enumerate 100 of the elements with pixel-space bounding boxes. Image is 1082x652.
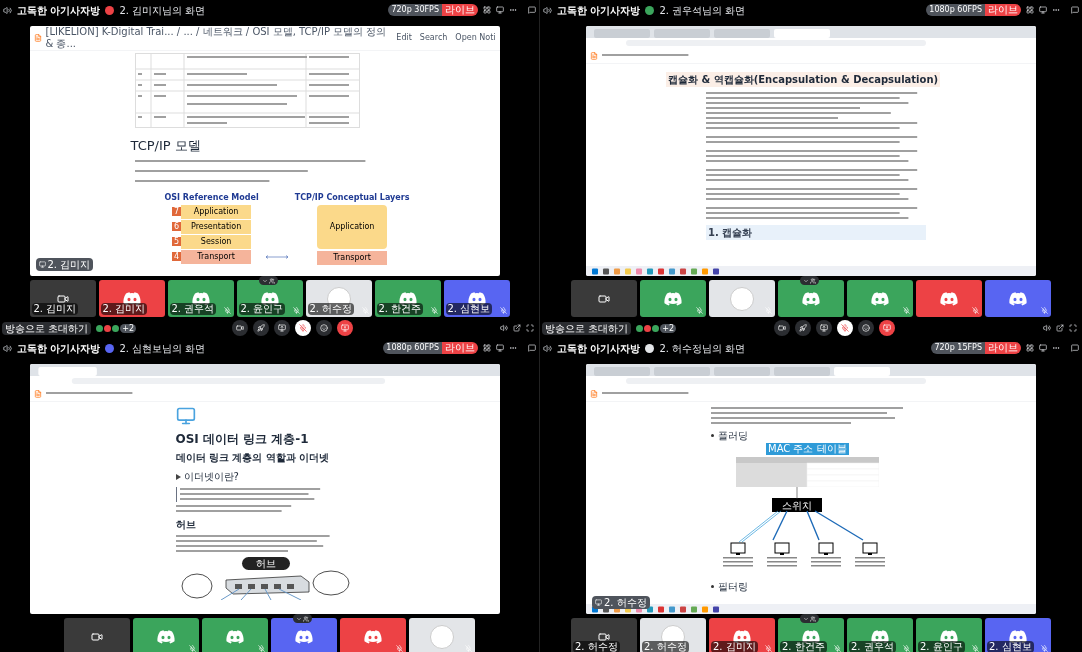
participant-tile[interactable]: 2. 허수정	[571, 618, 637, 652]
avatar-icon	[730, 286, 754, 311]
more-icon[interactable]	[1052, 344, 1060, 352]
monitor-icon	[595, 599, 602, 606]
chevron-down-icon	[803, 615, 809, 622]
participant-tile[interactable]: 2. 한건주	[374, 280, 441, 317]
chat-icon[interactable]	[1071, 6, 1079, 14]
voice-channel-icon	[543, 343, 552, 353]
more-icon[interactable]	[1052, 6, 1060, 14]
participant-tile[interactable]: 2. 김미지	[98, 280, 165, 317]
share-screen-button[interactable]	[274, 320, 291, 336]
hide-members-toggle[interactable]	[293, 614, 312, 623]
camera-button[interactable]	[774, 320, 790, 336]
stop-stream-button[interactable]	[879, 320, 895, 336]
diagram-title: OSI Reference Model	[164, 191, 259, 204]
camera-icon	[598, 292, 610, 305]
discord-logo-icon	[260, 291, 279, 306]
double-arrow-icon	[264, 254, 289, 259]
mute-button[interactable]	[295, 320, 312, 336]
invite-button[interactable]: 방송으로 초대하기	[2, 321, 92, 335]
toggle-icon[interactable]	[175, 473, 181, 480]
monitor-icon[interactable]	[1039, 344, 1047, 352]
chat-icon[interactable]	[1071, 344, 1079, 352]
grid-view-icon[interactable]	[483, 344, 491, 352]
switch-node: 스위치	[772, 498, 822, 512]
participant-tile[interactable]	[202, 618, 268, 652]
stream-title: 2. 권우석님의 화면	[659, 3, 746, 18]
invite-button[interactable]: 방송으로 초대하기	[542, 321, 632, 335]
discord-logo-icon	[802, 291, 820, 306]
participant-tile[interactable]: 2. 김미지	[709, 618, 775, 652]
mute-button[interactable]	[837, 320, 853, 336]
breadcrumb[interactable]: [LIKELION] K-Digital Trai... / ... / 네트워크 / OSI 모델, TCP/IP 모델의 정의 & 종...	[45, 26, 389, 50]
grid-view-icon[interactable]	[1026, 344, 1034, 352]
discord-logo-icon	[871, 291, 889, 306]
volume-icon[interactable]	[500, 324, 508, 332]
participant-tile[interactable]	[709, 280, 775, 317]
chat-icon[interactable]	[528, 6, 536, 14]
voice-channel-icon	[3, 343, 12, 353]
chat-icon[interactable]	[528, 344, 536, 352]
muted-mic-icon	[189, 645, 196, 652]
users-icon	[303, 615, 309, 622]
participant-tile[interactable]: 2. 심현보	[443, 280, 510, 317]
hide-members-toggle[interactable]	[258, 276, 278, 285]
popout-icon[interactable]	[1056, 324, 1064, 332]
muted-mic-icon	[841, 324, 849, 332]
participant-name: 2. 심현보	[445, 303, 493, 315]
participant-name: 2. 윤인구	[918, 641, 965, 652]
participant-name: 2. 허수정	[573, 641, 620, 652]
muted-mic-icon	[499, 307, 507, 314]
monitor-icon[interactable]	[1039, 6, 1047, 14]
more-icon[interactable]	[509, 6, 517, 14]
participant-tile[interactable]	[916, 280, 982, 317]
fullscreen-icon[interactable]	[1069, 324, 1077, 332]
participant-tile[interactable]	[340, 618, 406, 652]
soundboard-button[interactable]	[858, 320, 874, 336]
fullscreen-icon[interactable]	[526, 324, 534, 332]
toolbar-link[interactable]: Open Noti	[455, 32, 496, 44]
popout-icon[interactable]	[513, 324, 521, 332]
share-screen-button[interactable]	[816, 320, 832, 336]
participant-tile[interactable]: 2. 권우석	[847, 618, 913, 652]
hide-members-toggle[interactable]	[800, 276, 819, 285]
toolbar-link[interactable]: Edit	[396, 32, 412, 44]
participant-name: 2. 심현보	[987, 641, 1034, 652]
smile-icon	[320, 324, 329, 332]
participant-tile[interactable]: 2. 심현보	[985, 618, 1051, 652]
channel-name: 고독한 아기사자방	[557, 3, 641, 18]
participant-tile[interactable]	[571, 280, 637, 317]
toggle-heading[interactable]: 이더넷이란?	[183, 469, 239, 484]
stop-stream-button[interactable]	[337, 320, 354, 336]
participant-tile[interactable]	[985, 280, 1051, 317]
participant-tile[interactable]	[409, 618, 475, 652]
participant-tile[interactable]	[133, 618, 199, 652]
more-icon[interactable]	[509, 344, 517, 352]
participant-tile[interactable]	[640, 280, 706, 317]
toolbar-link[interactable]: Search	[419, 32, 448, 44]
grid-view-icon[interactable]	[1026, 6, 1034, 14]
participant-tile[interactable]: 2. 김미지	[29, 280, 96, 317]
volume-icon[interactable]	[1043, 324, 1051, 332]
monitor-icon[interactable]	[496, 6, 504, 14]
monitor-icon[interactable]	[496, 344, 504, 352]
camera-button[interactable]	[232, 320, 249, 336]
participant-tile[interactable]: 2. 권우석	[167, 280, 234, 317]
participant-name: 2. 한건주	[780, 641, 827, 652]
participant-tile[interactable]: 2. 윤인구	[916, 618, 982, 652]
participant-name: 2. 김미지	[711, 641, 758, 652]
participant-tile[interactable]	[847, 280, 913, 317]
hide-members-toggle[interactable]	[800, 614, 819, 623]
activity-button[interactable]	[795, 320, 811, 336]
activity-button[interactable]	[253, 320, 270, 336]
soundboard-button[interactable]	[316, 320, 333, 336]
participant-tile[interactable]: 2. 허수정	[640, 618, 706, 652]
participant-name: 2. 윤인구	[238, 303, 286, 315]
participant-name: 2. 한건주	[376, 303, 424, 315]
grid-view-icon[interactable]	[483, 6, 491, 14]
voice-channel-icon	[543, 5, 552, 15]
member-count: +2	[660, 323, 676, 333]
participant-tile[interactable]	[64, 618, 130, 652]
participant-tile[interactable]: 2. 허수정	[305, 280, 372, 317]
channel-name: 고독한 아기사자방	[17, 341, 101, 356]
muted-mic-icon	[903, 645, 910, 652]
